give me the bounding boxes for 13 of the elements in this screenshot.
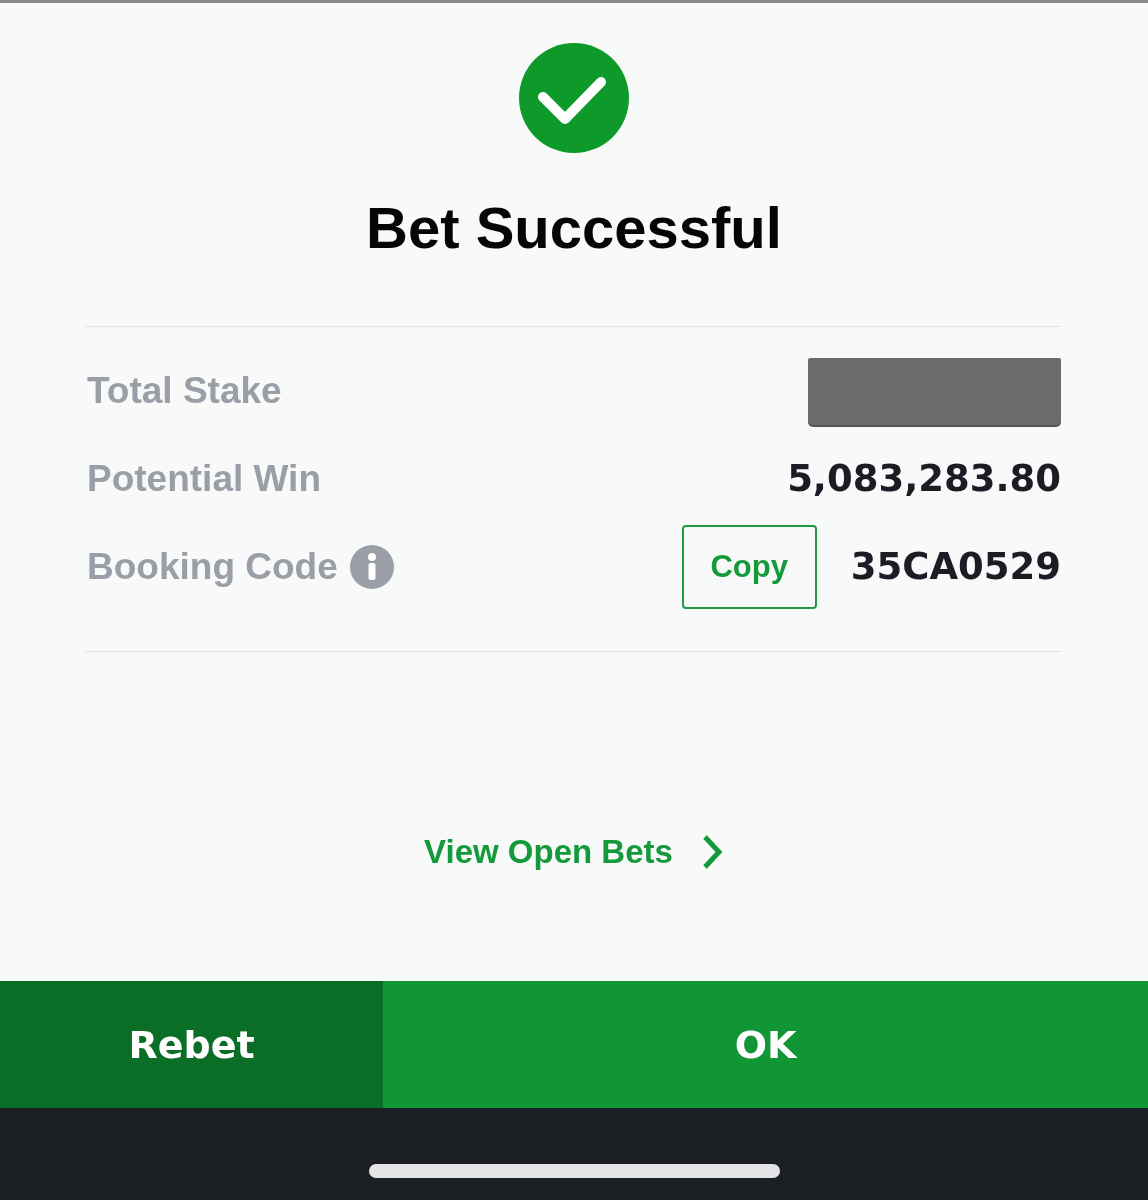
status-title: Bet Successful xyxy=(366,194,782,262)
summary-value: 35CA0529 xyxy=(850,545,1061,589)
success-check-icon xyxy=(519,43,629,153)
copy-button[interactable]: Copy xyxy=(681,525,817,609)
ok-button[interactable]: OK xyxy=(383,981,1148,1108)
summary-label: Potential Win xyxy=(87,457,321,501)
summary-label: Booking Code xyxy=(87,545,338,589)
info-icon[interactable] xyxy=(349,545,394,589)
rebet-button[interactable]: Rebet xyxy=(0,981,383,1108)
summary-label: Total Stake xyxy=(87,369,282,413)
view-open-bets-link[interactable]: View Open Bets xyxy=(424,832,724,872)
chevron-right-icon xyxy=(701,834,724,870)
summary-value: 5,083,283.80 xyxy=(787,457,1061,501)
